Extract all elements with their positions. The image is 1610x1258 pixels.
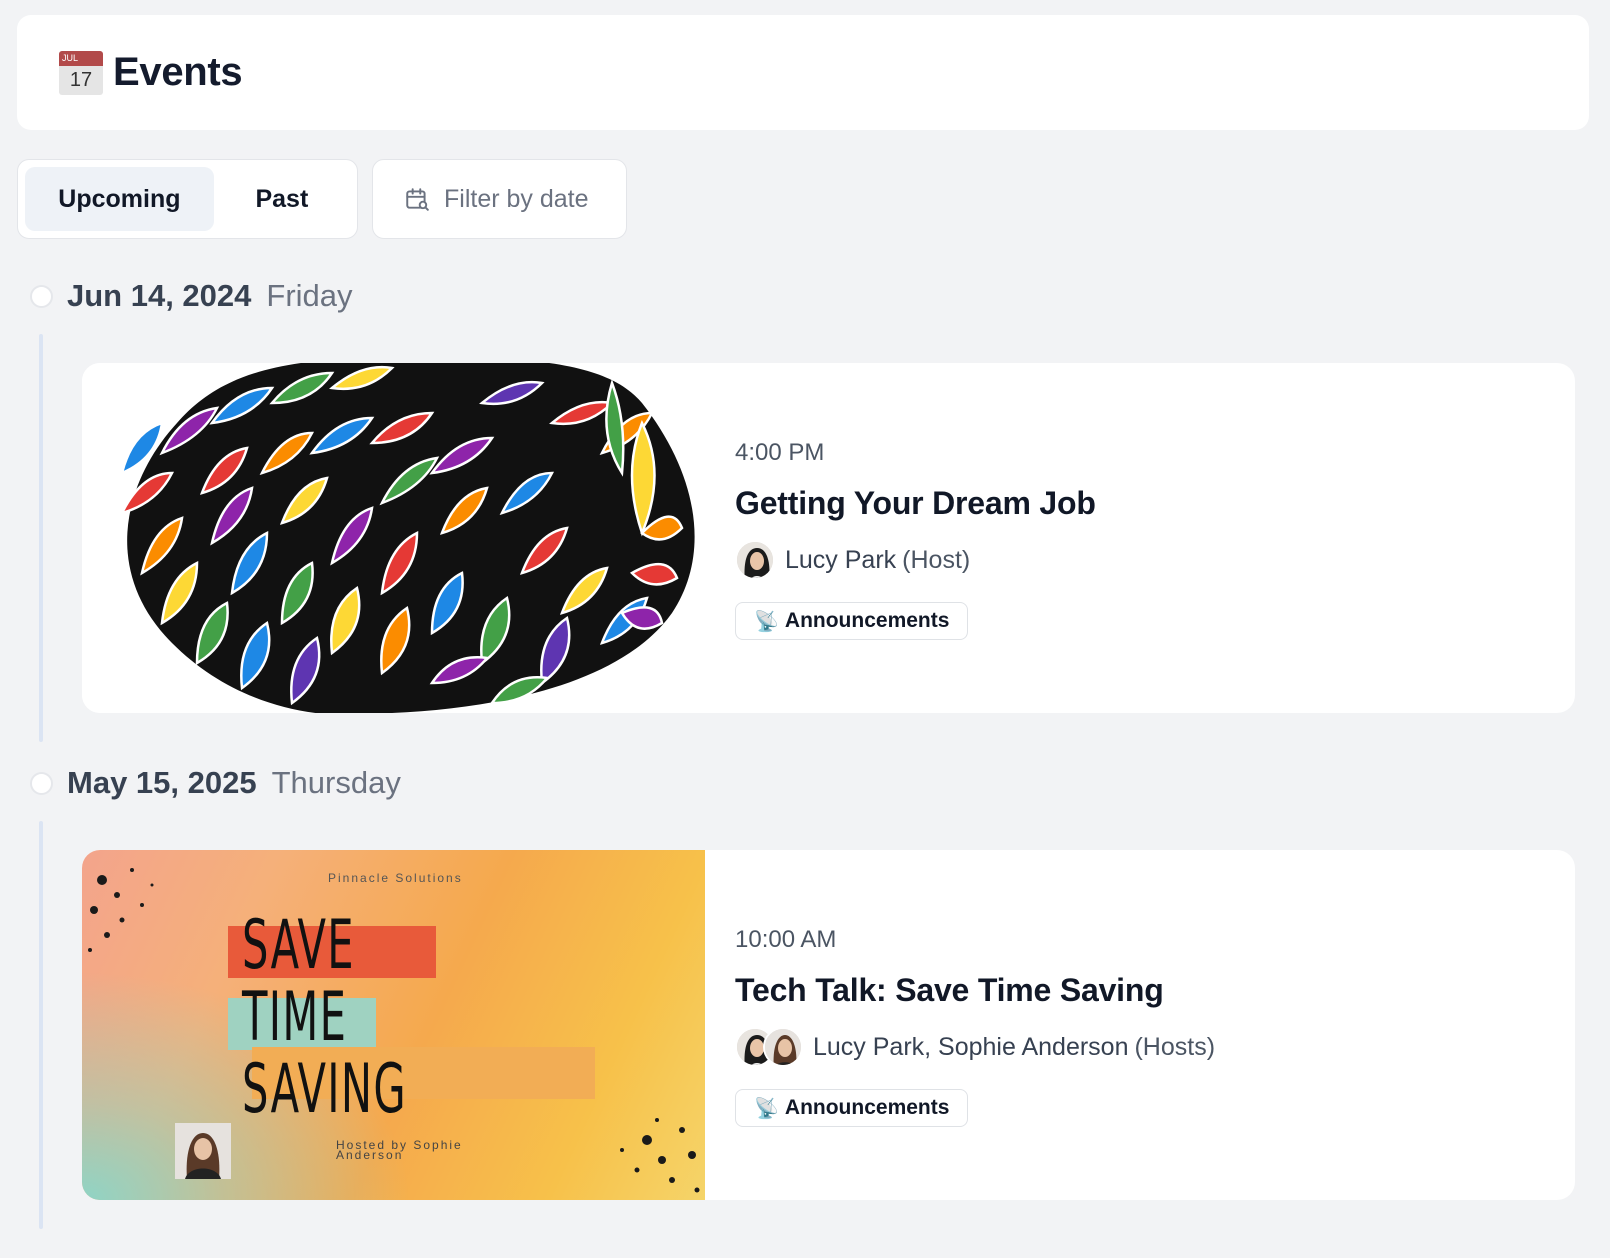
event-cover-image bbox=[82, 363, 705, 713]
host-names[interactable]: Lucy Park, Sophie Anderson bbox=[813, 1033, 1128, 1062]
group-date: May 15, 2025 bbox=[67, 765, 257, 800]
timeline-dot bbox=[30, 284, 53, 308]
satellite-dish-icon: 📡 bbox=[754, 610, 779, 633]
category-tag-label: Announcements bbox=[784, 609, 950, 632]
category-tag-label: Announcements bbox=[784, 1096, 950, 1119]
event-hosts: Lucy Park (Host) bbox=[735, 540, 1096, 580]
event-info: 4:00 PM Getting Your Dream Job Lucy Park… bbox=[705, 363, 1096, 713]
tab-past[interactable]: Past bbox=[214, 167, 350, 231]
cover-hosted-by: Hosted by Sophie Anderson bbox=[336, 1138, 463, 1162]
satellite-dish-icon: 📡 bbox=[754, 1097, 779, 1120]
page-header: JUL 17 Events bbox=[17, 15, 1589, 130]
event-title[interactable]: Tech Talk: Save Time Saving bbox=[735, 972, 1215, 1009]
calendar-icon-day: 17 bbox=[69, 68, 93, 91]
event-card[interactable]: Pinnacle Solutions SAVE TIME SAVING Host… bbox=[82, 850, 1575, 1200]
cover-org: Pinnacle Solutions bbox=[328, 871, 463, 885]
date-group-header: Jun 14, 2024 Friday bbox=[30, 278, 353, 314]
calendar-icon: JUL 17 bbox=[59, 50, 103, 95]
group-weekday: Thursday bbox=[271, 765, 401, 800]
event-tabs: Upcoming Past bbox=[17, 159, 358, 239]
category-tag[interactable]: 📡 Announcements bbox=[735, 602, 969, 640]
category-tag[interactable]: 📡 Announcements bbox=[735, 1089, 969, 1127]
cover-line-2: TIME bbox=[242, 978, 348, 1057]
page-title: Events bbox=[113, 50, 243, 94]
cover-host-photo bbox=[175, 1123, 231, 1179]
event-time: 4:00 PM bbox=[735, 439, 825, 466]
host-avatar-lucy-park bbox=[735, 540, 775, 580]
event-info: 10:00 AM Tech Talk: Save Time Saving Luc… bbox=[705, 850, 1215, 1200]
date-group-header: May 15, 2025 Thursday bbox=[30, 765, 401, 801]
filter-by-date-button[interactable]: Filter by date bbox=[372, 159, 627, 239]
calendar-icon-month: JUL bbox=[59, 50, 103, 66]
filter-by-date-label: Filter by date bbox=[444, 184, 589, 213]
host-avatar-sophie-anderson bbox=[763, 1027, 803, 1067]
timeline-rail bbox=[39, 334, 43, 742]
group-weekday: Friday bbox=[266, 278, 353, 313]
event-cover-image: Pinnacle Solutions SAVE TIME SAVING Host… bbox=[82, 850, 705, 1200]
rainbow-rope-heart-image bbox=[82, 363, 705, 713]
cover-line-1: SAVE bbox=[242, 906, 355, 985]
tab-upcoming[interactable]: Upcoming bbox=[25, 167, 214, 231]
event-time: 10:00 AM bbox=[735, 926, 837, 953]
event-title[interactable]: Getting Your Dream Job bbox=[735, 485, 1096, 522]
calendar-search-icon bbox=[406, 188, 429, 211]
host-role: (Hosts) bbox=[1134, 1032, 1216, 1061]
event-card[interactable]: 4:00 PM Getting Your Dream Job Lucy Park… bbox=[82, 363, 1575, 713]
group-date: Jun 14, 2024 bbox=[67, 278, 252, 313]
timeline-dot bbox=[30, 771, 53, 795]
host-names[interactable]: Lucy Park bbox=[785, 546, 896, 575]
event-hosts: Lucy Park, Sophie Anderson (Hosts) bbox=[735, 1027, 1215, 1067]
cover-line-3: SAVING bbox=[242, 1050, 407, 1129]
timeline-rail bbox=[39, 821, 43, 1229]
host-role: (Host) bbox=[902, 545, 971, 574]
